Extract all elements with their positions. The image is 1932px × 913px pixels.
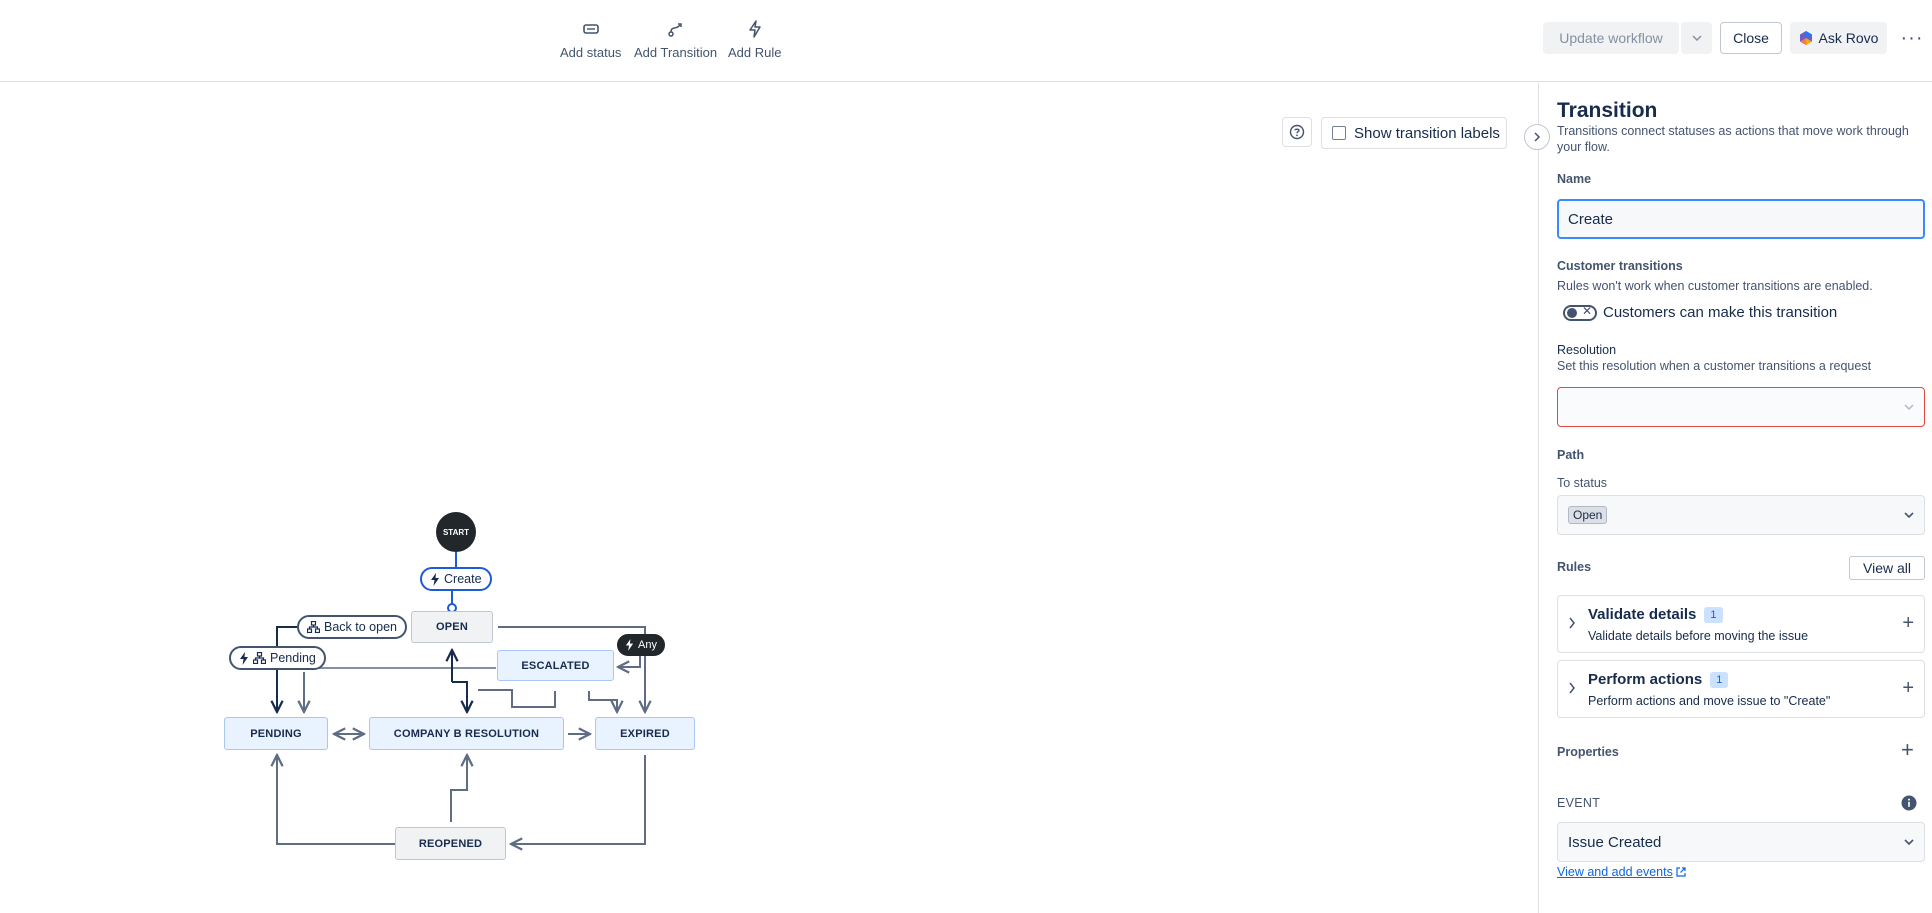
any-transition-pill[interactable]: Any [617, 634, 665, 656]
customer-transition-toggle[interactable]: ✕ [1563, 304, 1597, 321]
resolution-label: Resolution [1557, 343, 1617, 357]
top-toolbar: Add status Add Transition Add Rule Updat… [0, 0, 1932, 82]
status-node-open[interactable]: OPEN [411, 611, 493, 643]
event-select[interactable]: Issue Created [1557, 822, 1925, 862]
help-button[interactable] [1282, 117, 1312, 147]
status-node-company-b-resolution[interactable]: COMPANY B RESOLUTION [369, 717, 564, 750]
resolution-select[interactable] [1557, 387, 1925, 427]
create-transition-pill[interactable]: Create [420, 567, 492, 591]
workflow-canvas[interactable]: Show transition labels [0, 83, 1538, 913]
resolution-description: Set this resolution when a customer tran… [1557, 359, 1872, 373]
status-icon [582, 18, 599, 40]
close-icon: ✕ [1581, 304, 1592, 318]
update-workflow-dropdown[interactable] [1681, 22, 1712, 54]
back-to-open-transition-pill[interactable]: Back to open [297, 615, 407, 639]
ask-rovo-button[interactable]: Ask Rovo [1790, 22, 1887, 54]
collapse-panel-button[interactable] [1524, 124, 1550, 150]
transition-icon [667, 18, 684, 40]
rule-description: Validate details before moving the issue [1588, 629, 1809, 643]
status-node-pending[interactable]: PENDING [224, 717, 328, 750]
external-link-icon [1676, 867, 1686, 877]
back-to-open-label: Back to open [324, 620, 397, 634]
rule-validate-details[interactable]: Validate details 1 Validate details befo… [1557, 595, 1925, 653]
create-transition-label: Create [444, 572, 482, 586]
rule-title-text: Perform actions [1588, 671, 1703, 688]
lightning-icon [748, 18, 762, 40]
to-status-select[interactable]: Open [1557, 495, 1925, 535]
any-transition-label: Any [638, 639, 657, 651]
status-node-reopened[interactable]: REOPENED [395, 827, 506, 860]
lightning-icon [431, 572, 439, 586]
close-button[interactable]: Close [1720, 22, 1782, 54]
chevron-right-icon[interactable] [1568, 681, 1576, 699]
rule-title: Validate details 1 [1588, 606, 1723, 623]
customer-transitions-description: Rules won't work when customer transitio… [1557, 279, 1873, 293]
lightning-icon [240, 651, 248, 665]
add-transition-button[interactable]: Add Transition [634, 18, 717, 60]
branch-icon [253, 652, 266, 664]
ask-rovo-label: Ask Rovo [1818, 30, 1879, 46]
rule-count-badge: 1 [1704, 606, 1723, 623]
reopened-pending-connector [277, 755, 395, 845]
open-resolution-connector [452, 681, 467, 712]
chevron-down-icon [1904, 404, 1914, 410]
rules-label: Rules [1557, 560, 1592, 574]
chevron-down-icon [1691, 35, 1702, 41]
pending-transition-label: Pending [270, 651, 316, 665]
lightning-icon [625, 639, 634, 651]
workflow-connectors [0, 552, 1538, 913]
panel-description: Transitions connect statuses as actions … [1557, 124, 1909, 154]
transition-name-input[interactable]: Create [1557, 199, 1925, 239]
to-status-label: To status [1557, 476, 1608, 490]
rule-description: Perform actions and move issue to "Creat… [1588, 694, 1831, 708]
add-icon[interactable]: + [1902, 612, 1914, 635]
rule-perform-actions[interactable]: Perform actions 1 Perform actions and mo… [1557, 660, 1925, 718]
show-transition-labels-label: Show transition labels [1354, 124, 1500, 142]
panel-title: Transition [1557, 99, 1658, 122]
add-status-button[interactable]: Add status [560, 18, 621, 60]
view-all-rules-button[interactable]: View all [1849, 556, 1925, 580]
event-label: EVENT [1557, 796, 1601, 810]
view-events-link-wrap[interactable]: View and add events [1557, 865, 1686, 879]
checkbox[interactable] [1332, 126, 1346, 140]
to-status-lozenge: Open [1568, 506, 1608, 524]
toggle-knob [1567, 308, 1577, 318]
rule-title-text: Validate details [1588, 606, 1697, 623]
escalated-expired-connector [588, 691, 617, 712]
more-options-button[interactable]: ··· [1898, 22, 1926, 54]
chevron-right-icon[interactable] [1568, 616, 1576, 634]
info-icon[interactable] [1901, 795, 1917, 816]
status-node-expired[interactable]: EXPIRED [595, 717, 695, 750]
question-icon [1289, 124, 1305, 140]
name-label: Name [1557, 172, 1592, 186]
rovo-logo-icon [1799, 31, 1812, 45]
properties-label: Properties [1557, 745, 1619, 759]
customer-toggle-label: Customers can make this transition [1603, 304, 1838, 321]
transition-details-panel: Transition Transitions connect statuses … [1538, 83, 1932, 913]
add-rule-label: Add Rule [728, 45, 782, 60]
chevron-right-icon [1534, 132, 1541, 142]
start-node[interactable]: START [436, 512, 476, 552]
view-and-add-events-link[interactable]: View and add events [1557, 865, 1673, 879]
branch-icon [307, 621, 320, 633]
add-rule-button[interactable]: Add Rule [728, 18, 781, 60]
show-transition-labels-toggle[interactable]: Show transition labels [1321, 117, 1507, 149]
add-property-icon[interactable]: + [1901, 737, 1914, 763]
pending-transition-pill[interactable]: Pending [229, 646, 326, 670]
add-transition-label: Add Transition [634, 45, 718, 60]
rule-count-badge: 1 [1710, 671, 1729, 688]
customer-transitions-label: Customer transitions [1557, 259, 1683, 273]
add-status-label: Add status [560, 45, 622, 60]
chevron-down-icon [1904, 839, 1914, 845]
event-value: Issue Created [1568, 833, 1662, 851]
status-node-escalated[interactable]: ESCALATED [497, 650, 614, 681]
rule-title: Perform actions 1 [1588, 671, 1729, 688]
update-workflow-button[interactable]: Update workflow [1543, 22, 1679, 54]
add-icon[interactable]: + [1902, 677, 1914, 700]
expired-reopened-connector [511, 755, 646, 844]
escalated-resolution-connector [478, 689, 556, 708]
chevron-down-icon [1904, 512, 1914, 518]
path-label: Path [1557, 448, 1585, 462]
reopened-resolution-connector [450, 755, 467, 822]
